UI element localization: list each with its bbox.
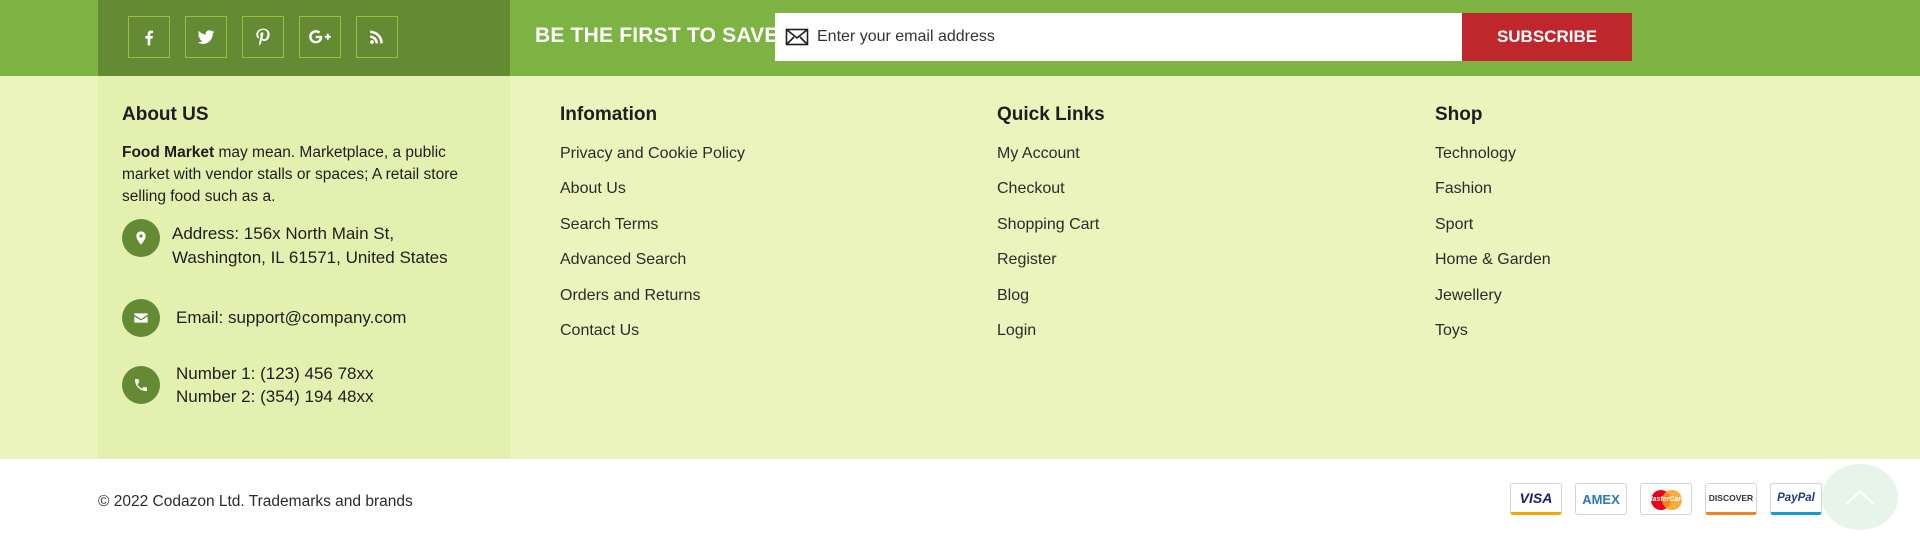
footer-bottom-bar: © 2022 Codazon Ltd. Trademarks and brand… bbox=[0, 459, 1920, 544]
about-brand: Food Market bbox=[122, 144, 215, 161]
information-links: Privacy and Cookie Policy About Us Searc… bbox=[560, 144, 745, 356]
link-privacy-cookie-policy[interactable]: Privacy and Cookie Policy bbox=[560, 144, 745, 179]
google-plus-icon bbox=[309, 30, 331, 44]
phone-icon-badge bbox=[122, 366, 160, 404]
link-register[interactable]: Register bbox=[997, 250, 1099, 285]
shop-title: Shop bbox=[1435, 104, 1483, 125]
phone-text: Number 1: (123) 456 78xx Number 2: (354)… bbox=[176, 362, 374, 408]
about-column: About US Food Market may mean. Marketpla… bbox=[98, 76, 510, 459]
location-icon-badge bbox=[122, 219, 160, 257]
link-my-account[interactable]: My Account bbox=[997, 144, 1099, 179]
paypal-icon: PayPal bbox=[1770, 483, 1822, 515]
about-description: Food Market may mean. Marketplace, a pub… bbox=[122, 142, 492, 208]
footer-main: About US Food Market may mean. Marketpla… bbox=[0, 76, 1920, 459]
payment-methods: VISA AMEX MasterCard DISCOVER PayPal bbox=[1510, 483, 1822, 515]
phone-icon bbox=[135, 379, 147, 391]
link-blog[interactable]: Blog bbox=[997, 286, 1099, 321]
link-fashion[interactable]: Fashion bbox=[1435, 179, 1551, 214]
address-line-2: Washington, IL 61571, United States bbox=[172, 248, 448, 267]
visa-icon: VISA bbox=[1510, 483, 1562, 515]
subscribe-button[interactable]: SUBSCRIBE bbox=[1462, 13, 1632, 61]
email-input[interactable] bbox=[817, 13, 1447, 61]
about-title: About US bbox=[122, 104, 209, 125]
phone-number-1: Number 1: (123) 456 78xx bbox=[176, 364, 374, 383]
link-about-us[interactable]: About Us bbox=[560, 179, 745, 214]
link-technology[interactable]: Technology bbox=[1435, 144, 1551, 179]
mail-icon bbox=[785, 28, 809, 46]
link-contact-us[interactable]: Contact Us bbox=[560, 321, 745, 356]
location-pin-icon bbox=[136, 231, 146, 245]
discover-icon: DISCOVER bbox=[1705, 483, 1757, 515]
link-checkout[interactable]: Checkout bbox=[997, 179, 1099, 214]
envelope-icon bbox=[134, 313, 148, 323]
rss-icon bbox=[370, 30, 383, 44]
link-jewellery[interactable]: Jewellery bbox=[1435, 286, 1551, 321]
email-text: Email: support@company.com bbox=[176, 308, 407, 327]
mastercard-icon: MasterCard bbox=[1640, 483, 1692, 515]
chevron-up-icon bbox=[1846, 489, 1874, 505]
mastercard-label: MasterCard bbox=[1646, 495, 1686, 503]
facebook-icon bbox=[145, 30, 153, 46]
quick-links-title: Quick Links bbox=[997, 104, 1105, 125]
link-orders-returns[interactable]: Orders and Returns bbox=[560, 286, 745, 321]
newsletter-headline: BE THE FIRST TO SAVE! bbox=[535, 24, 786, 47]
newsletter-bar: BE THE FIRST TO SAVE! SUBSCRIBE bbox=[0, 0, 1920, 76]
amex-icon: AMEX bbox=[1575, 483, 1627, 515]
copyright-text: © 2022 Codazon Ltd. Trademarks and brand… bbox=[98, 493, 413, 510]
email-field-wrapper bbox=[775, 13, 1463, 61]
google-plus-link[interactable] bbox=[299, 16, 341, 58]
link-toys[interactable]: Toys bbox=[1435, 321, 1551, 356]
link-advanced-search[interactable]: Advanced Search bbox=[560, 250, 745, 285]
shop-links: Technology Fashion Sport Home & Garden J… bbox=[1435, 144, 1551, 356]
address-text: Address: 156x North Main St, Washington,… bbox=[172, 222, 448, 270]
phone-number-2: Number 2: (354) 194 48xx bbox=[176, 387, 374, 406]
twitter-link[interactable] bbox=[185, 16, 227, 58]
link-login[interactable]: Login bbox=[997, 321, 1099, 356]
email-icon-badge bbox=[122, 299, 160, 337]
information-title: Infomation bbox=[560, 104, 658, 125]
pinterest-icon bbox=[256, 28, 270, 46]
link-sport[interactable]: Sport bbox=[1435, 215, 1551, 250]
link-shopping-cart[interactable]: Shopping Cart bbox=[997, 215, 1099, 250]
address-line-1: Address: 156x North Main St, bbox=[172, 224, 395, 243]
link-search-terms[interactable]: Search Terms bbox=[560, 215, 745, 250]
rss-link[interactable] bbox=[356, 16, 398, 58]
quick-links: My Account Checkout Shopping Cart Regist… bbox=[997, 144, 1099, 356]
facebook-link[interactable] bbox=[128, 16, 170, 58]
link-home-garden[interactable]: Home & Garden bbox=[1435, 250, 1551, 285]
twitter-icon bbox=[197, 30, 215, 44]
social-links bbox=[98, 0, 510, 76]
pinterest-link[interactable] bbox=[242, 16, 284, 58]
back-to-top-button[interactable] bbox=[1822, 464, 1898, 530]
